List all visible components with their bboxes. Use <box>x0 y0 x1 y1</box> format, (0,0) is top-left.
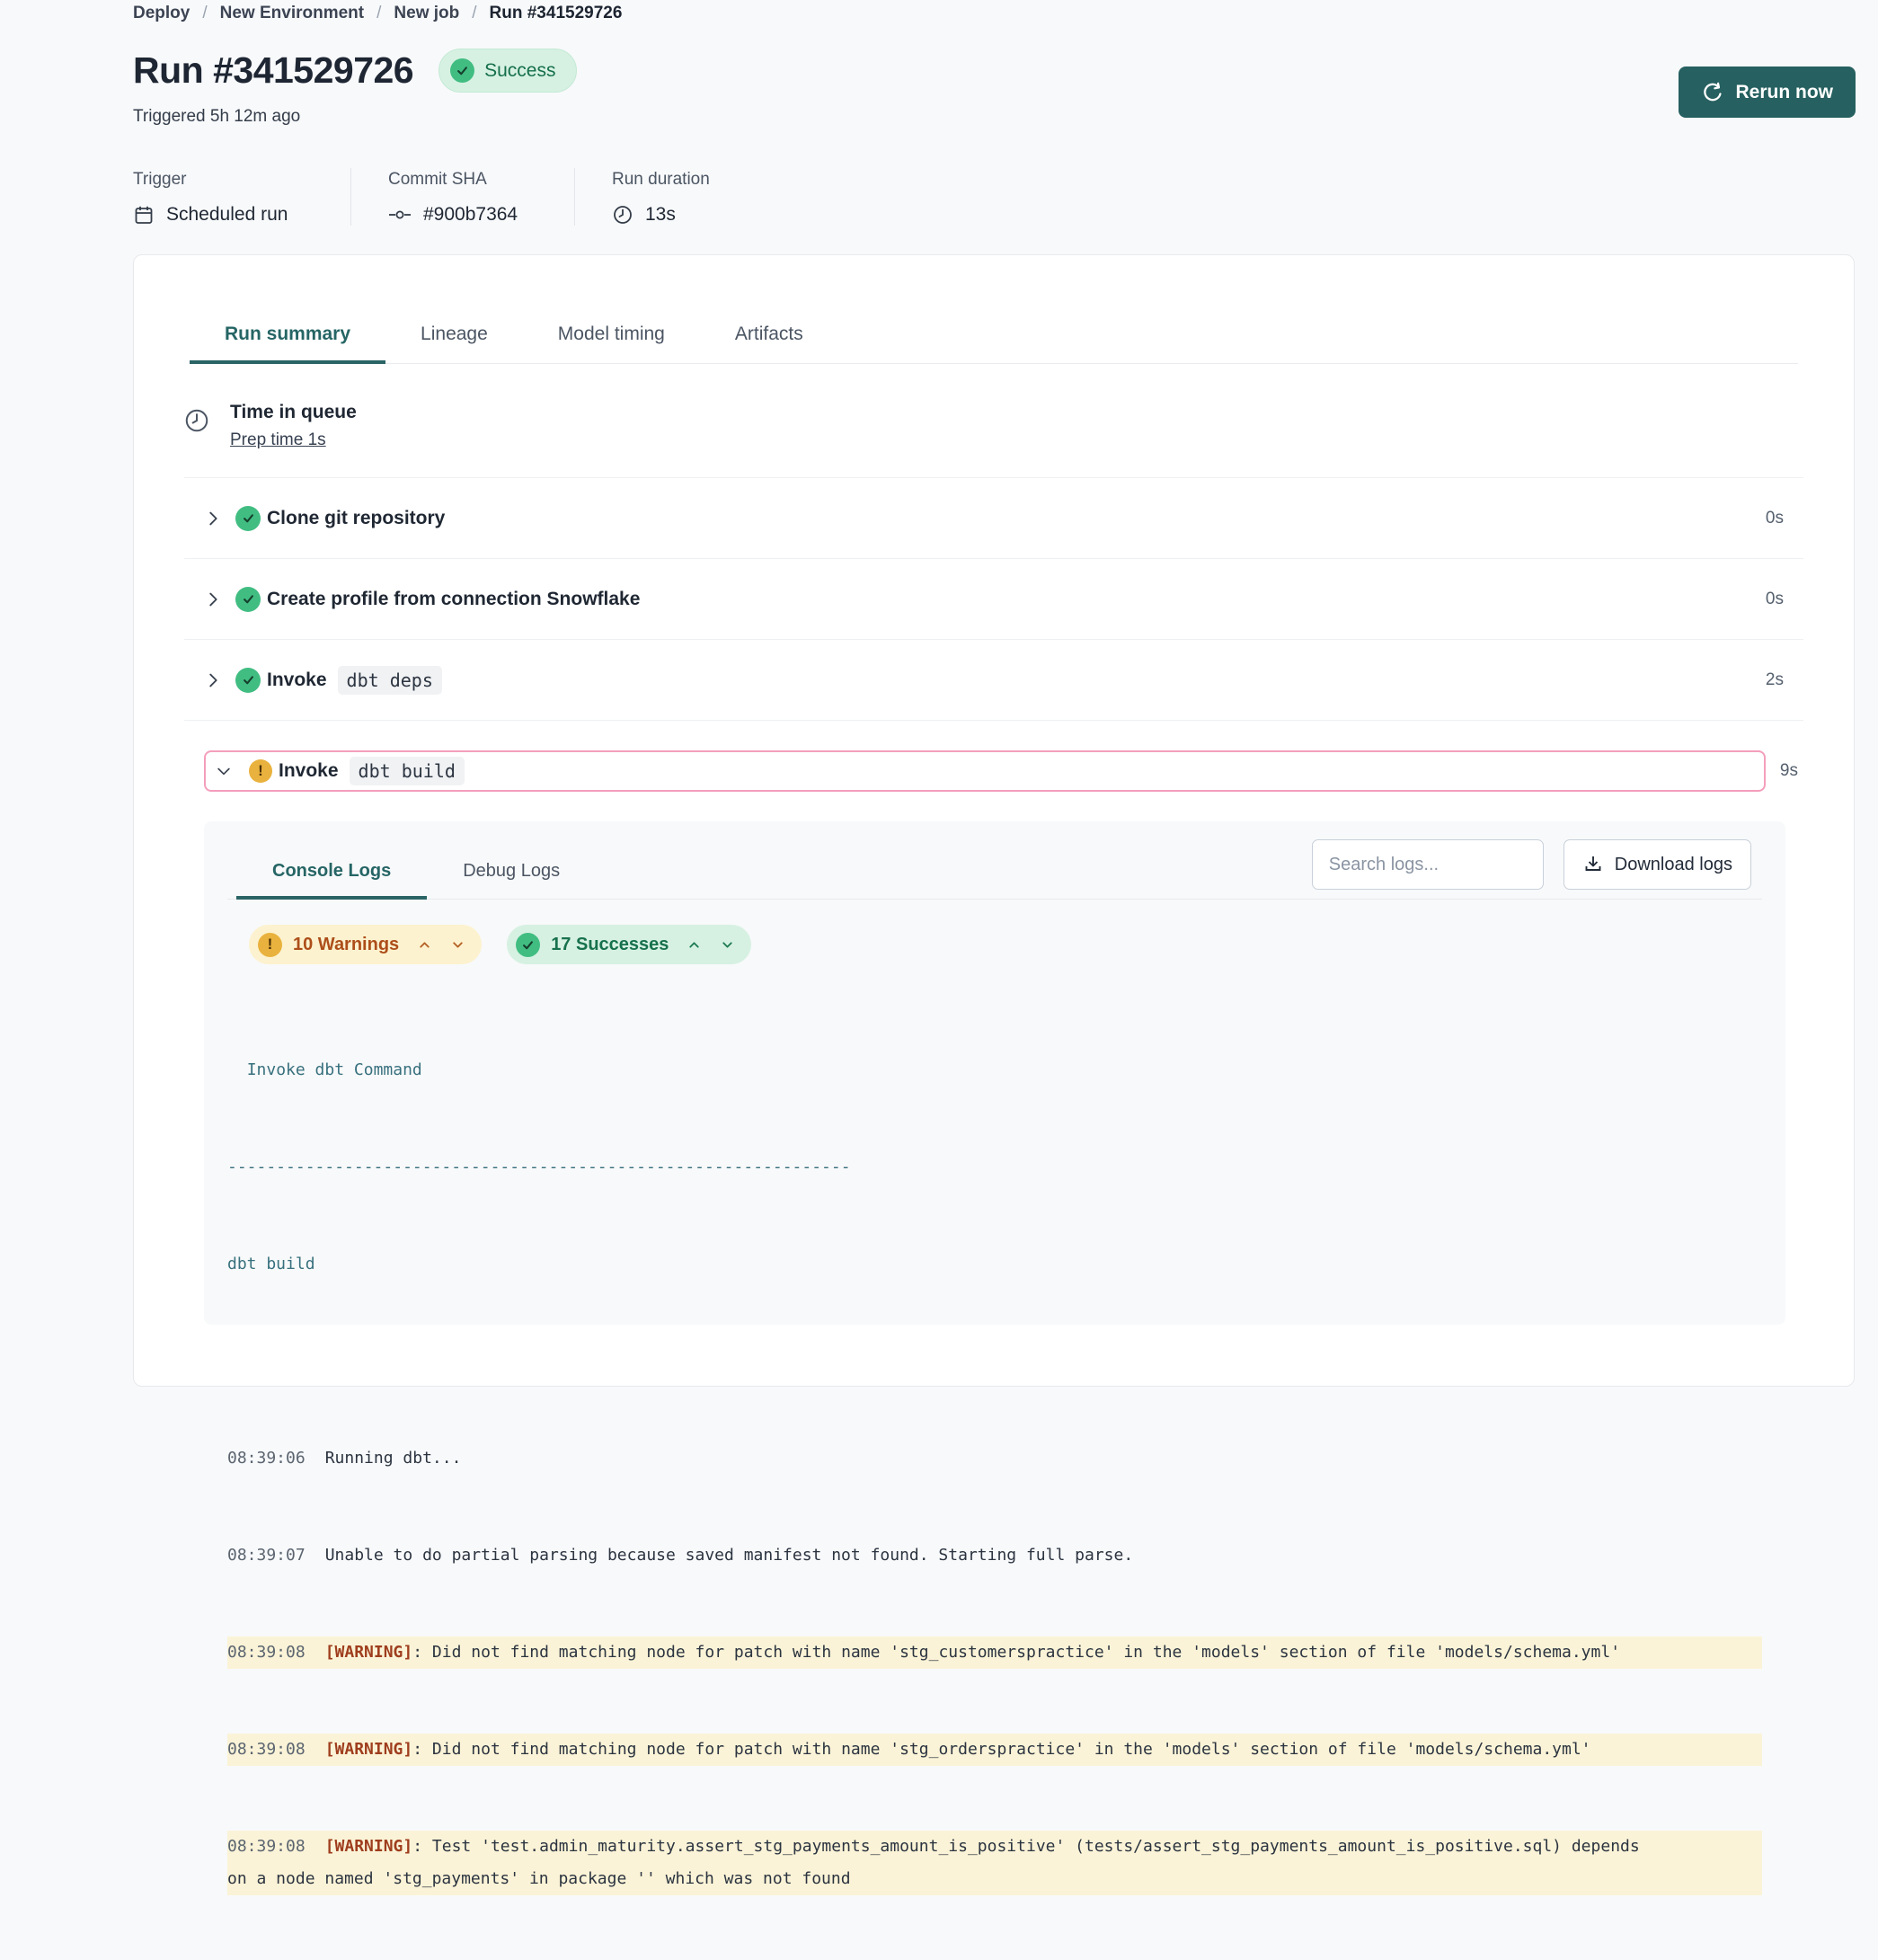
trigger-value: Scheduled run <box>166 204 288 226</box>
breadcrumb-current-run: Run #341529726 <box>490 4 623 23</box>
breadcrumb-separator: / <box>202 4 207 23</box>
success-check-icon <box>516 933 540 957</box>
download-logs-label: Download logs <box>1615 855 1732 875</box>
step-duration: 9s <box>1780 761 1798 781</box>
log-line: 08:39:07Unable to do partial parsing bec… <box>227 1539 1762 1572</box>
warnings-badge-label: 10 Warnings <box>293 935 399 955</box>
step-duration: 2s <box>1766 670 1784 690</box>
successes-badge-label: 17 Successes <box>551 935 669 955</box>
successes-prev-icon[interactable] <box>687 937 702 953</box>
rerun-button-label: Rerun now <box>1736 82 1834 103</box>
commit-icon <box>388 204 412 226</box>
success-check-icon <box>450 58 474 83</box>
step-invoke-dbt-build[interactable]: ! Invoke dbt build <box>204 750 1766 792</box>
log-blank-line <box>227 1345 1762 1378</box>
success-check-icon <box>235 587 261 612</box>
step-command: dbt deps <box>338 666 442 695</box>
log-warning-line: 08:39:08[WARNING]: Did not find matching… <box>227 1734 1762 1766</box>
run-meta: Trigger Scheduled run Commit SHA #900b73… <box>133 168 1855 226</box>
clock-icon <box>612 204 633 226</box>
run-tabs: Run summary Lineage Model timing Artifac… <box>190 313 1798 364</box>
breadcrumb-separator: / <box>472 4 476 23</box>
commit-sha-label: Commit SHA <box>388 170 574 190</box>
warnings-next-icon[interactable] <box>450 937 465 953</box>
download-logs-button[interactable]: Download logs <box>1564 839 1751 890</box>
run-summary-card: Run summary Lineage Model timing Artifac… <box>133 254 1855 1387</box>
step-duration: 0s <box>1766 509 1784 528</box>
run-duration-label: Run duration <box>612 170 710 190</box>
rerun-icon <box>1701 81 1724 104</box>
breadcrumb: Deploy / New Environment / New job / Run… <box>133 0 1855 23</box>
calendar-icon <box>133 204 155 226</box>
time-in-queue-section: Time in queue Prep time 1s <box>134 364 1854 477</box>
time-in-queue-title: Time in queue <box>230 402 357 423</box>
step-title: Create profile from connection Snowflake <box>267 589 640 610</box>
commit-sha-value: #900b7364 <box>423 204 518 226</box>
log-warning-line: 08:39:08[WARNING]: Test 'test.admin_matu… <box>227 1831 1762 1895</box>
chevron-right-icon[interactable] <box>203 509 230 528</box>
log-line: 08:39:06Running dbt... <box>227 1442 1762 1475</box>
breadcrumb-deploy[interactable]: Deploy <box>133 4 190 23</box>
step-clone-git-repository[interactable]: Clone git repository 0s <box>134 478 1854 558</box>
success-check-icon <box>235 506 261 531</box>
clock-icon <box>183 407 210 450</box>
tab-artifacts[interactable]: Artifacts <box>700 313 838 363</box>
trigger-label: Trigger <box>133 170 350 190</box>
step-create-profile[interactable]: Create profile from connection Snowflake… <box>134 559 1854 639</box>
step-invoke-dbt-deps[interactable]: Invoke dbt deps 2s <box>134 640 1854 720</box>
run-duration-value: 13s <box>645 204 676 226</box>
status-badge-label: Success <box>484 60 555 82</box>
tab-run-summary[interactable]: Run summary <box>190 313 385 364</box>
log-line: Invoke dbt Command <box>227 1054 1762 1086</box>
tab-lineage[interactable]: Lineage <box>385 313 523 363</box>
search-logs-input[interactable] <box>1312 839 1544 890</box>
triggered-timestamp: Triggered 5h 12m ago <box>133 107 1855 127</box>
warnings-prev-icon[interactable] <box>417 937 432 953</box>
step-duration: 0s <box>1766 590 1784 609</box>
chevron-right-icon[interactable] <box>203 590 230 609</box>
tab-console-logs[interactable]: Console Logs <box>236 848 427 900</box>
warnings-badge[interactable]: ! 10 Warnings <box>249 925 482 964</box>
log-output: Invoke dbt Command ---------------------… <box>227 989 1762 1960</box>
step-invoke-dbt-build-row: ! Invoke dbt build 9s <box>134 721 1854 821</box>
breadcrumb-environment[interactable]: New Environment <box>220 4 364 23</box>
breadcrumb-separator: / <box>376 4 381 23</box>
log-line: dbt build <box>227 1248 1762 1281</box>
log-line: ----------------------------------------… <box>227 1151 1762 1184</box>
successes-next-icon[interactable] <box>720 937 735 953</box>
step-title: Invoke <box>267 670 327 691</box>
console-logs-panel: Console Logs Debug Logs Download logs ! … <box>204 821 1785 1325</box>
download-icon <box>1582 854 1604 875</box>
success-check-icon <box>235 668 261 693</box>
successes-badge[interactable]: 17 Successes <box>507 925 751 964</box>
step-command: dbt build <box>350 757 465 785</box>
warning-icon: ! <box>258 933 282 957</box>
step-title: Invoke <box>279 760 339 782</box>
tab-model-timing[interactable]: Model timing <box>523 313 700 363</box>
tab-debug-logs[interactable]: Debug Logs <box>427 848 596 899</box>
rerun-now-button[interactable]: Rerun now <box>1679 67 1856 118</box>
warning-icon: ! <box>249 759 272 783</box>
breadcrumb-job[interactable]: New job <box>394 4 459 23</box>
log-warning-line: 08:39:08[WARNING]: Did not find matching… <box>227 1636 1762 1669</box>
chevron-right-icon[interactable] <box>203 670 230 690</box>
page-title: Run #341529726 <box>133 49 413 92</box>
prep-time-link[interactable]: Prep time 1s <box>230 430 326 450</box>
step-title: Clone git repository <box>267 508 445 529</box>
status-badge: Success <box>438 49 576 93</box>
chevron-down-icon[interactable] <box>215 762 242 780</box>
